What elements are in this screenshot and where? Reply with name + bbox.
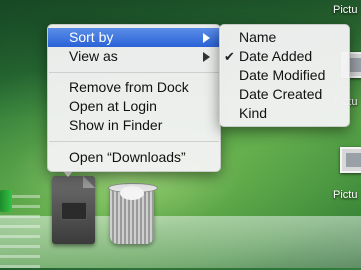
submenu-item-name[interactable]: Name [220, 28, 349, 47]
menu-item-open-at-login[interactable]: Open at Login [48, 97, 220, 116]
submenu-arrow-icon [203, 33, 210, 43]
submenu-item-label: Name [239, 29, 277, 45]
submenu-item-date-modified[interactable]: Date Modified [220, 66, 349, 85]
file-icon [61, 202, 87, 220]
menu-item-label: Sort by [69, 29, 114, 45]
picture-file-icon[interactable] [340, 147, 361, 173]
page-fold [83, 176, 95, 188]
dock-context-menu: Sort by View as Remove from Dock Open at… [47, 24, 221, 172]
submenu-item-label: Kind [239, 105, 268, 121]
menu-item-remove-from-dock[interactable]: Remove from Dock [48, 78, 220, 97]
menu-item-label: Show in Finder [69, 117, 163, 133]
submenu-item-label: Date Created [239, 86, 323, 102]
menu-item-label: Remove from Dock [69, 79, 189, 95]
trash-paper [120, 186, 144, 200]
downloads-folder-icon[interactable] [52, 176, 95, 244]
app-icon[interactable] [0, 190, 12, 212]
menu-item-view-as[interactable]: View as [48, 47, 220, 66]
desktop-icon-label-1[interactable]: Pictu [333, 4, 357, 16]
trash-icon[interactable] [108, 183, 158, 244]
checkmark-icon: ✔ [224, 49, 235, 64]
submenu-item-date-created[interactable]: Date Created [220, 85, 349, 104]
submenu-arrow-icon [203, 52, 210, 62]
desktop-icon-label-3[interactable]: Pictu [333, 189, 357, 201]
submenu-item-date-added[interactable]: ✔ Date Added [220, 47, 349, 66]
menu-item-show-in-finder[interactable]: Show in Finder [48, 116, 220, 135]
submenu-item-label: Date Added [239, 48, 313, 64]
menu-item-sort-by[interactable]: Sort by [48, 28, 220, 47]
menu-item-open-downloads[interactable]: Open “Downloads” [48, 148, 220, 167]
menu-item-label: Open “Downloads” [69, 149, 186, 165]
menu-separator [49, 141, 219, 142]
menu-item-label: Open at Login [69, 98, 157, 114]
menu-separator [49, 72, 219, 73]
submenu-item-label: Date Modified [239, 67, 326, 83]
menu-item-label: View as [69, 48, 118, 64]
sort-by-submenu: Name ✔ Date Added Date Modified Date Cre… [219, 24, 350, 127]
submenu-item-kind[interactable]: Kind [220, 104, 349, 123]
